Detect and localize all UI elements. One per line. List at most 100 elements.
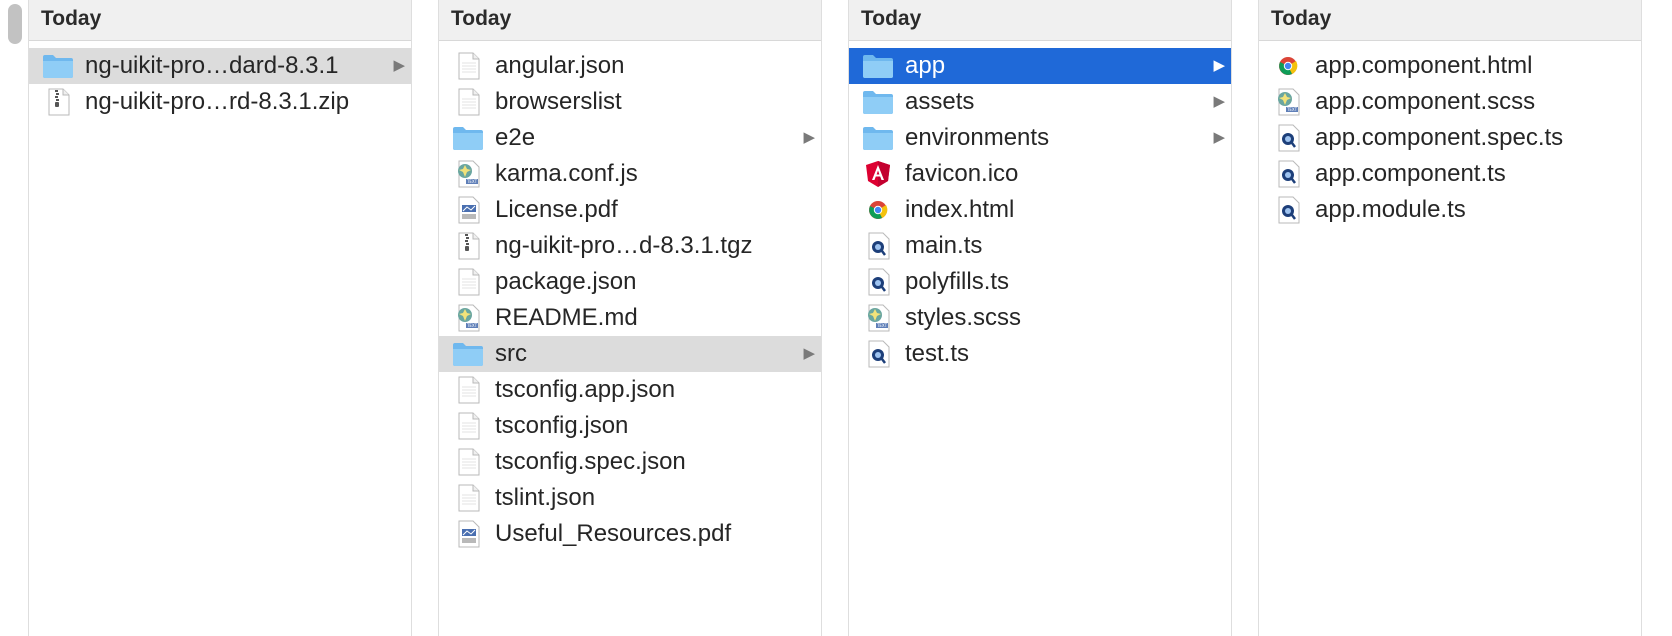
- file-name: tsconfig.json: [495, 412, 629, 439]
- disclosure-arrow-icon: ▶: [1213, 57, 1225, 74]
- quicklook-file-icon: [1271, 124, 1305, 152]
- file-name: polyfills.ts: [905, 268, 1010, 295]
- file-name: Useful_Resources.pdf: [495, 520, 732, 547]
- file-name: app.component.scss: [1315, 88, 1536, 115]
- file-row[interactable]: ng-uikit-pro…dard-8.3.1 ▶: [29, 48, 411, 84]
- browser-column-4[interactable]: Today app.component.html TEXT app.component…: [1258, 0, 1642, 636]
- file-row[interactable]: index.html: [849, 192, 1231, 228]
- file-row[interactable]: tsconfig.app.json: [439, 372, 821, 408]
- file-name: ng-uikit-pro…d-8.3.1.tgz: [495, 232, 753, 259]
- file-row[interactable]: assets ▶: [849, 84, 1231, 120]
- disclosure-arrow-icon: ▶: [1213, 129, 1225, 146]
- scrollbar-thumb[interactable]: [8, 4, 22, 44]
- file-name: test.ts: [905, 340, 970, 367]
- script-file-icon: TEXT: [451, 160, 485, 188]
- svg-text:TEXT: TEXT: [466, 179, 478, 184]
- browser-column-1[interactable]: Today ng-uikit-pro…dard-8.3.1 ▶ ng-uikit-pr…: [28, 0, 412, 636]
- column-header[interactable]: Today: [1259, 0, 1641, 41]
- zip-file-icon: [41, 88, 75, 116]
- document-icon: [451, 88, 485, 116]
- file-row[interactable]: package.json: [439, 264, 821, 300]
- document-icon: [451, 376, 485, 404]
- file-row[interactable]: tsconfig.json: [439, 408, 821, 444]
- file-row[interactable]: app.component.html: [1259, 48, 1641, 84]
- file-name: main.ts: [905, 232, 983, 259]
- file-row[interactable]: tslint.json: [439, 480, 821, 516]
- folder-icon: [861, 124, 895, 152]
- file-name: app: [905, 52, 946, 79]
- file-row[interactable]: app.component.ts: [1259, 156, 1641, 192]
- angular-icon: [861, 160, 895, 188]
- column-header[interactable]: Today: [439, 0, 821, 41]
- file-list: app ▶ assets ▶ environments ▶ favicon.ico index…: [849, 41, 1231, 372]
- vertical-scrollbar[interactable]: [0, 0, 28, 636]
- svg-text:TEXT: TEXT: [876, 323, 888, 328]
- file-row[interactable]: main.ts: [849, 228, 1231, 264]
- file-row[interactable]: ng-uikit-pro…d-8.3.1.tgz: [439, 228, 821, 264]
- file-name: app.module.ts: [1315, 196, 1466, 223]
- file-name: assets: [905, 88, 975, 115]
- document-icon: [451, 448, 485, 476]
- file-row[interactable]: app.component.spec.ts: [1259, 120, 1641, 156]
- folder-icon: [451, 340, 485, 368]
- document-icon: [451, 268, 485, 296]
- file-name: app.component.spec.ts: [1315, 124, 1564, 151]
- file-row[interactable]: TEXT karma.conf.js: [439, 156, 821, 192]
- file-name: index.html: [905, 196, 1015, 223]
- file-name: favicon.ico: [905, 160, 1019, 187]
- file-row[interactable]: ng-uikit-pro…rd-8.3.1.zip: [29, 84, 411, 120]
- script-file-icon: TEXT: [1271, 88, 1305, 116]
- file-list: app.component.html TEXT app.component.scss…: [1259, 41, 1641, 228]
- folder-icon: [451, 124, 485, 152]
- file-name: src: [495, 340, 527, 367]
- file-row[interactable]: TEXT app.component.scss: [1259, 84, 1641, 120]
- file-row[interactable]: e2e ▶: [439, 120, 821, 156]
- file-row[interactable]: angular.json: [439, 48, 821, 84]
- pdf-file-icon: [451, 520, 485, 548]
- disclosure-arrow-icon: ▶: [393, 57, 405, 74]
- file-name: angular.json: [495, 52, 625, 79]
- file-row[interactable]: tsconfig.spec.json: [439, 444, 821, 480]
- pdf-file-icon: [451, 196, 485, 224]
- svg-text:TEXT: TEXT: [1286, 107, 1298, 112]
- file-name: package.json: [495, 268, 637, 295]
- column-header[interactable]: Today: [849, 0, 1231, 41]
- file-list: angular.json browserslist e2e ▶ TEXT karma.co…: [439, 41, 821, 552]
- quicklook-file-icon: [1271, 160, 1305, 188]
- file-name: tslint.json: [495, 484, 596, 511]
- file-name: browserslist: [495, 88, 622, 115]
- file-name: e2e: [495, 124, 536, 151]
- file-row[interactable]: app ▶: [849, 48, 1231, 84]
- file-name: app.component.html: [1315, 52, 1533, 79]
- file-name: app.component.ts: [1315, 160, 1506, 187]
- file-name: ng-uikit-pro…dard-8.3.1: [85, 52, 339, 79]
- file-name: karma.conf.js: [495, 160, 638, 187]
- folder-icon: [861, 88, 895, 116]
- file-row[interactable]: browserslist: [439, 84, 821, 120]
- file-row[interactable]: src ▶: [439, 336, 821, 372]
- disclosure-arrow-icon: ▶: [1213, 93, 1225, 110]
- chrome-file-icon: [861, 196, 895, 224]
- chrome-file-icon: [1271, 52, 1305, 80]
- column-header[interactable]: Today: [29, 0, 411, 41]
- browser-column-2[interactable]: Today angular.json browserslist e2e ▶ TEXT kar…: [438, 0, 822, 636]
- file-row[interactable]: environments ▶: [849, 120, 1231, 156]
- file-row[interactable]: TEXT README.md: [439, 300, 821, 336]
- script-file-icon: TEXT: [861, 304, 895, 332]
- file-row[interactable]: License.pdf: [439, 192, 821, 228]
- quicklook-file-icon: [1271, 196, 1305, 224]
- browser-column-3[interactable]: Today app ▶ assets ▶ environments ▶ favicon.ico…: [848, 0, 1232, 636]
- file-name: ng-uikit-pro…rd-8.3.1.zip: [85, 88, 350, 115]
- disclosure-arrow-icon: ▶: [803, 129, 815, 146]
- file-list: ng-uikit-pro…dard-8.3.1 ▶ ng-uikit-pro…rd-…: [29, 41, 411, 120]
- file-row[interactable]: polyfills.ts: [849, 264, 1231, 300]
- zip-file-icon: [451, 232, 485, 260]
- file-row[interactable]: app.module.ts: [1259, 192, 1641, 228]
- file-name: environments: [905, 124, 1050, 151]
- file-row[interactable]: Useful_Resources.pdf: [439, 516, 821, 552]
- file-row[interactable]: favicon.ico: [849, 156, 1231, 192]
- file-row[interactable]: TEXT styles.scss: [849, 300, 1231, 336]
- file-row[interactable]: test.ts: [849, 336, 1231, 372]
- document-icon: [451, 412, 485, 440]
- quicklook-file-icon: [861, 340, 895, 368]
